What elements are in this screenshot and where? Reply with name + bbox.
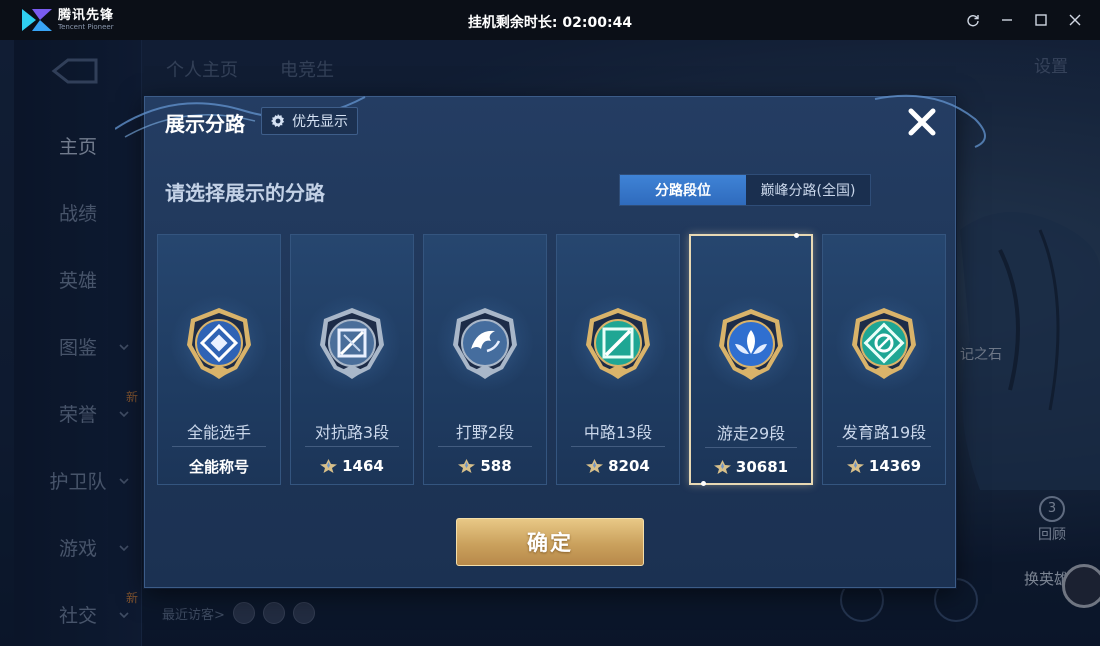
lane-card[interactable]: 对抗路3段 1464: [290, 234, 414, 485]
priority-display-label: 优先显示: [292, 114, 348, 130]
lane-rank-label: 对抗路3段: [314, 423, 390, 442]
dialog-close-icon[interactable]: [905, 105, 939, 139]
idle-timer: 挂机剩余时长: 02:00:44: [467, 15, 633, 31]
card-divider: [172, 446, 266, 447]
lane-points-icon: [458, 459, 476, 473]
priority-display-button[interactable]: 优先显示: [261, 107, 358, 135]
tab-lane-rank[interactable]: 分路段位: [620, 175, 746, 205]
lane-points-value: 14369: [868, 457, 922, 475]
lane-cards: 全能选手 全能称号 对抗路3段 1464 打野2段 588 中路13段 8204 游走29段 30…: [157, 233, 946, 486]
lane-mode-toggle: 分路段位 巅峰分路(全国): [619, 174, 871, 206]
lane-display-dialog: 展示分路 优先显示 请选择展示的分路 分路段位 巅峰分路(全国) 全能选手全能称…: [115, 94, 986, 588]
tab-peak-lane-national[interactable]: 巅峰分路(全国): [746, 175, 870, 205]
lane-points-icon: [320, 459, 338, 473]
lane-card[interactable]: 全能选手 全能称号: [157, 234, 281, 485]
lane-points: 全能称号: [158, 453, 280, 479]
confirm-button[interactable]: 确定: [456, 518, 644, 566]
selection-corner-dot: [794, 233, 799, 238]
lane-points-value: 588: [480, 457, 512, 475]
lane-card[interactable]: 打野2段 588: [423, 234, 547, 485]
lane-points: 8204: [557, 453, 679, 479]
lane-rank-label: 游走29段: [716, 424, 786, 443]
roam-lane-badge-icon: [719, 309, 783, 380]
lane-points-value: 全能称号: [188, 457, 249, 476]
lane-points-value: 8204: [608, 457, 650, 475]
lane-card[interactable]: 中路13段 8204: [556, 234, 680, 485]
card-divider: [305, 446, 399, 447]
lane-rank-label: 发育路19段: [841, 423, 927, 442]
lane-points: 14369: [823, 453, 945, 479]
clash-lane-badge-icon: [320, 308, 384, 379]
farm-lane-badge-icon: [852, 308, 916, 379]
jungle-lane-badge-icon: [453, 308, 517, 379]
lane-rank-label: 打野2段: [455, 423, 515, 442]
dialog-ornament: [115, 94, 986, 148]
selection-corner-dot: [701, 481, 706, 486]
lane-points: 1464: [291, 453, 413, 479]
lane-points-value: 30681: [735, 458, 789, 476]
gear-icon: [271, 114, 285, 128]
lane-points-icon: [586, 459, 604, 473]
card-divider: [705, 447, 797, 448]
lane-rank-label: 全能选手: [186, 423, 251, 442]
card-divider: [571, 446, 665, 447]
lane-points: 588: [424, 453, 546, 479]
allround-lane-badge-icon: [187, 308, 251, 379]
dialog-title: 展示分路: [165, 112, 245, 136]
mid-lane-badge-icon: [586, 308, 650, 379]
lane-rank-label: 中路13段: [583, 423, 653, 442]
card-divider: [438, 446, 532, 447]
lane-card[interactable]: 游走29段 30681: [689, 233, 813, 486]
lane-points-value: 1464: [342, 457, 384, 475]
card-divider: [837, 446, 931, 447]
lane-card[interactable]: 发育路19段 14369: [822, 234, 946, 485]
lane-points-icon: [713, 460, 731, 474]
lane-points-icon: [846, 459, 864, 473]
lane-points: 30681: [691, 454, 811, 480]
selection-prompt: 请选择展示的分路: [165, 181, 325, 205]
